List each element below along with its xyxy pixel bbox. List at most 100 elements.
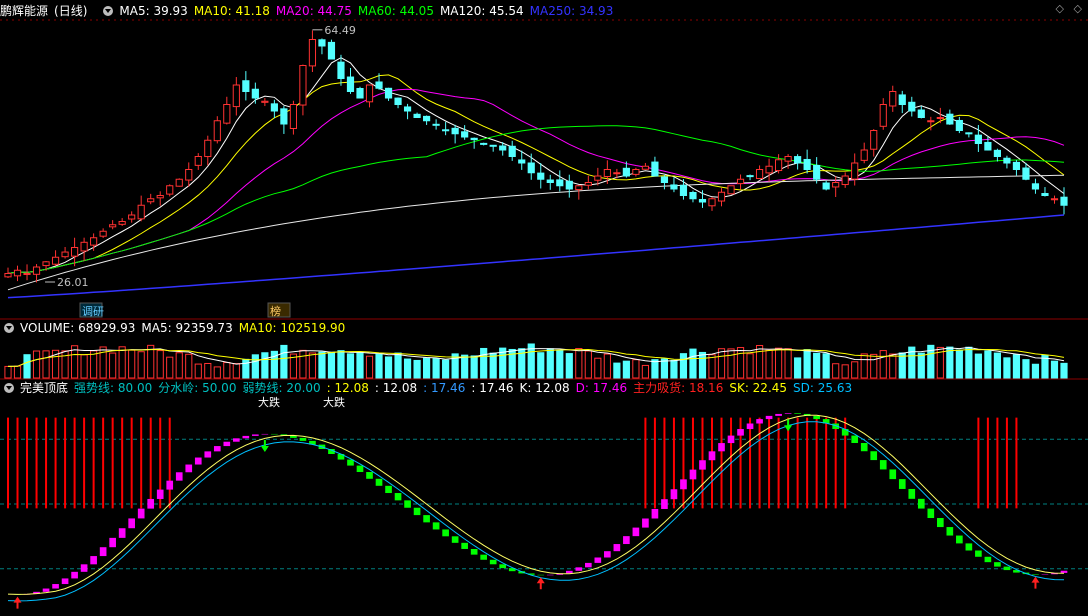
oscillator-item: 弱势线: 20.00 xyxy=(242,381,320,395)
candle-body xyxy=(470,137,478,141)
volume-bar xyxy=(23,354,31,379)
candle-body xyxy=(603,169,611,178)
candle-body xyxy=(327,41,336,60)
candle-body xyxy=(194,156,202,166)
oscillator-sk-line xyxy=(7,414,1065,595)
volume-bar xyxy=(442,359,450,379)
volume-value: 68929.93 xyxy=(74,321,136,335)
volume-bar xyxy=(356,351,364,379)
candle-body xyxy=(42,261,50,267)
candle-body xyxy=(318,39,326,47)
candle-body xyxy=(584,182,592,186)
volume-bar xyxy=(679,353,688,379)
volume-bar xyxy=(603,353,611,379)
oscillator-item: : 12.08 xyxy=(327,381,369,395)
candle-body xyxy=(61,251,69,258)
candle-body xyxy=(993,149,1001,157)
candle-body xyxy=(375,81,383,89)
candle-body xyxy=(1031,183,1040,190)
candle-body xyxy=(137,204,145,220)
candle-body xyxy=(660,176,669,183)
candle-body xyxy=(698,199,707,203)
candle-body xyxy=(413,113,421,118)
candle-body xyxy=(1041,193,1049,197)
volume-bar xyxy=(689,348,697,379)
volume-bar xyxy=(147,344,155,379)
candle-body xyxy=(80,241,88,252)
candle-body xyxy=(185,169,193,181)
volume-bar xyxy=(213,366,221,379)
candle-body xyxy=(851,162,859,180)
volume-bar xyxy=(413,359,421,379)
candle-body xyxy=(784,156,792,162)
volume-bar xyxy=(223,362,231,379)
ma-item: MA60: 44.05 xyxy=(358,4,434,18)
candle-body xyxy=(537,172,545,180)
candle-body xyxy=(641,165,649,170)
candle-body xyxy=(813,164,821,180)
diamond-icon[interactable]: ◇ xyxy=(1056,2,1064,15)
volume-bar xyxy=(480,347,488,379)
buy-arrow-icon xyxy=(13,596,22,609)
volume-bar xyxy=(860,353,868,379)
candle-body xyxy=(679,184,688,196)
oscillator-value: 22.45 xyxy=(748,381,788,395)
volume-bar xyxy=(280,344,288,379)
stock-name: 鹏辉能源 (日线) xyxy=(0,4,88,18)
candle-body xyxy=(889,91,897,107)
candle-body xyxy=(384,87,393,99)
volume-bar xyxy=(166,356,174,379)
candle-body xyxy=(337,61,345,79)
volume-bar xyxy=(822,353,830,379)
oscillator-value: 12.08 xyxy=(378,381,418,395)
volume-bar xyxy=(461,354,469,379)
expand-icon[interactable]: ◇ xyxy=(1074,2,1082,15)
volume-bar xyxy=(1003,357,1011,379)
oscillator-value: 12.08 xyxy=(330,381,369,395)
candle-body xyxy=(508,145,516,158)
oscillator-menu-icon[interactable] xyxy=(4,383,14,393)
ma-value: 41.18 xyxy=(231,4,270,18)
volume-header: VOLUME: 68929.93 MA5: 92359.73 MA10: 10251… xyxy=(0,320,357,336)
volume-bar xyxy=(841,364,849,379)
volume-bar xyxy=(80,354,88,379)
volume-bar xyxy=(403,358,412,379)
volume-bar xyxy=(299,349,307,379)
ma-label: MA20: xyxy=(275,4,314,18)
candle-body xyxy=(147,198,155,203)
indicator-name: 完美顶底 xyxy=(20,381,69,395)
volume-bar xyxy=(1050,360,1059,379)
candle-body xyxy=(708,198,716,207)
volume-bar xyxy=(632,359,640,379)
oscillator-value: 17.46 xyxy=(588,381,628,395)
candle-body xyxy=(356,87,364,99)
ma-label: MA5: xyxy=(119,4,150,18)
candle-body xyxy=(299,65,307,106)
oscillator-value: 25.63 xyxy=(813,381,853,395)
ma5-line xyxy=(7,57,1065,274)
candle-body xyxy=(232,84,240,108)
candle-body xyxy=(613,172,621,175)
candle-body xyxy=(308,39,317,67)
volume-bar xyxy=(813,352,821,379)
candle-body xyxy=(794,156,802,164)
candle-body xyxy=(51,256,60,265)
volume-bar xyxy=(1022,359,1030,379)
candle-body xyxy=(90,237,98,246)
volume-menu-icon[interactable] xyxy=(4,323,14,333)
stock-chart[interactable]: 64.49 26.01 调研 榜大跌 大跌 xyxy=(0,0,1088,616)
volume-bar xyxy=(832,363,840,379)
indicator-menu-icon[interactable] xyxy=(103,6,114,16)
candle-body xyxy=(109,224,117,228)
oscillator-item: : 17.46 xyxy=(423,381,465,395)
candle-body xyxy=(280,108,288,125)
candle-body xyxy=(936,117,944,119)
candle-body xyxy=(223,104,231,124)
ma-value: 34.93 xyxy=(575,4,614,18)
candle-body xyxy=(717,191,726,202)
volume-bar xyxy=(584,350,592,379)
volume-bar xyxy=(698,351,707,379)
candle-body xyxy=(556,179,564,187)
candle-body xyxy=(822,182,830,190)
oscillator-item: SK: 22.45 xyxy=(729,381,787,395)
